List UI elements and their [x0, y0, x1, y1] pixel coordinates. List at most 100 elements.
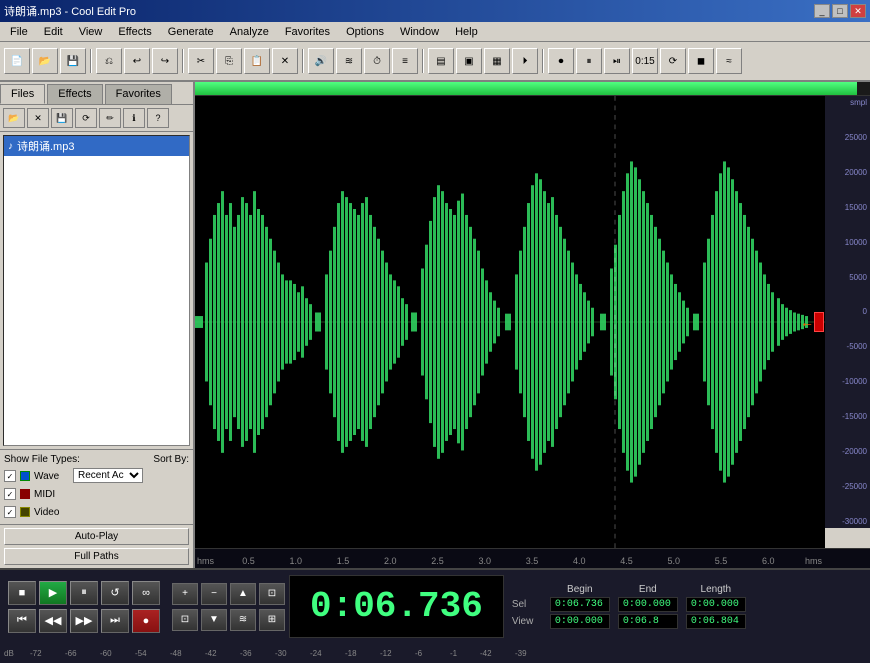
- zoom-in-h[interactable]: +: [172, 583, 198, 605]
- tb-btn4[interactable]: ⎌: [96, 48, 122, 74]
- tb-btn14[interactable]: ≡: [392, 48, 418, 74]
- skip-back-button[interactable]: ⏮: [8, 609, 36, 633]
- record-button[interactable]: ●: [132, 609, 160, 633]
- close-button[interactable]: ✕: [850, 4, 866, 18]
- menu-generate[interactable]: Generate: [160, 24, 222, 40]
- ft-midi-row: ✓ MIDI: [4, 488, 69, 500]
- inf-button[interactable]: ∞: [132, 581, 160, 605]
- file-item[interactable]: ♪ 诗朗诵.mp3: [4, 136, 189, 156]
- tick-1.0: 1.0: [290, 556, 303, 566]
- zoom-sel[interactable]: ⊡: [172, 609, 198, 631]
- tick-hms-right: hms: [805, 556, 822, 566]
- tb-btn6[interactable]: ↪: [152, 48, 178, 74]
- tb-btn16[interactable]: ▣: [456, 48, 482, 74]
- zoom-row2: ⊡ ▼ ≋ ⊞: [172, 609, 285, 631]
- zoom-full[interactable]: ⊡: [259, 583, 285, 605]
- tb-btn19[interactable]: ⏺: [548, 48, 574, 74]
- minimize-button[interactable]: _: [814, 4, 830, 18]
- zoom-wave[interactable]: ≋: [230, 609, 256, 631]
- new-button[interactable]: 📄: [4, 48, 30, 74]
- stop-button[interactable]: ■: [8, 581, 36, 605]
- menu-effects[interactable]: Effects: [110, 24, 159, 40]
- view-end-val: 0:06.8: [618, 614, 678, 629]
- tb-btn5[interactable]: ↩: [124, 48, 150, 74]
- lt-refresh[interactable]: ⟳: [75, 108, 97, 128]
- zoom-out-v[interactable]: ▼: [201, 609, 227, 631]
- menu-options[interactable]: Options: [338, 24, 392, 40]
- sep3: [302, 49, 304, 73]
- lt-info[interactable]: ℹ: [123, 108, 145, 128]
- ft-video-label: Video: [34, 507, 69, 518]
- lt-save[interactable]: 💾: [51, 108, 73, 128]
- lt-open[interactable]: 📂: [3, 108, 25, 128]
- open-button[interactable]: 📂: [32, 48, 58, 74]
- tab-effects[interactable]: Effects: [47, 84, 102, 104]
- view-length-val: 0:06.804: [686, 614, 746, 629]
- sort-select[interactable]: Recent Ac Name Date: [73, 468, 143, 483]
- ft-midi-check[interactable]: ✓: [4, 488, 16, 500]
- tb-btn8[interactable]: ⎘: [216, 48, 242, 74]
- tb-btn22[interactable]: 0:15: [632, 48, 658, 74]
- tb-btn15[interactable]: ▤: [428, 48, 454, 74]
- skip-fwd-button[interactable]: ⏭: [101, 609, 129, 633]
- db-label-start: dB: [4, 649, 14, 658]
- menu-analyze[interactable]: Analyze: [222, 24, 277, 40]
- tb-btn25[interactable]: ≈: [716, 48, 742, 74]
- tab-files[interactable]: Files: [0, 84, 45, 104]
- save-button[interactable]: 💾: [60, 48, 86, 74]
- zoom-controls: + − ▲ ⊡ ⊡ ▼ ≋ ⊞: [168, 579, 289, 635]
- info-view-row: View 0:00.000 0:06.8 0:06.804: [512, 614, 862, 629]
- lt-help[interactable]: ?: [147, 108, 169, 128]
- cursor-marker: [814, 312, 824, 332]
- tb-btn24[interactable]: ◼: [688, 48, 714, 74]
- file-name: 诗朗诵.mp3: [17, 138, 74, 154]
- tb-btn9[interactable]: 📋: [244, 48, 270, 74]
- pause-button[interactable]: ⏸: [70, 581, 98, 605]
- tb-btn21[interactable]: ⏯: [604, 48, 630, 74]
- waveform-canvas[interactable]: smpl: [195, 96, 870, 548]
- view-label: View: [512, 616, 542, 627]
- menu-edit[interactable]: Edit: [36, 24, 71, 40]
- menu-window[interactable]: Window: [392, 24, 447, 40]
- tb-btn17[interactable]: ▦: [484, 48, 510, 74]
- lt-close[interactable]: ✕: [27, 108, 49, 128]
- full-paths-button[interactable]: Full Paths: [4, 548, 189, 565]
- file-list[interactable]: ♪ 诗朗诵.mp3: [3, 135, 190, 446]
- transport-row1: ■ ▶ ⏸ ↺ ∞: [8, 581, 160, 605]
- tick-6.0: 6.0: [762, 556, 775, 566]
- sort-label: Sort By:: [153, 454, 189, 465]
- file-types-section: Show File Types: Sort By: ✓ Wave ✓ M: [0, 449, 193, 524]
- tb-btn7[interactable]: ✂: [188, 48, 214, 74]
- maximize-button[interactable]: □: [832, 4, 848, 18]
- ft-midi-label: MIDI: [34, 489, 69, 500]
- menu-favorites[interactable]: Favorites: [277, 24, 338, 40]
- menu-file[interactable]: File: [2, 24, 36, 40]
- tb-btn13[interactable]: ⏱: [364, 48, 390, 74]
- tb-btn18[interactable]: ⏵: [512, 48, 538, 74]
- step-back-button[interactable]: ◀◀: [39, 609, 67, 633]
- zoom-out-h[interactable]: −: [201, 583, 227, 605]
- toolbar: 📄 📂 💾 ⎌ ↩ ↪ ✂ ⎘ 📋 ✕ 🔊 ≋ ⏱ ≡ ▤ ▣ ▦ ⏵ ⏺ ⏸ …: [0, 42, 870, 82]
- tb-btn11[interactable]: 🔊: [308, 48, 334, 74]
- tb-btn23[interactable]: ⟳: [660, 48, 686, 74]
- menu-view[interactable]: View: [71, 24, 111, 40]
- tb-btn12[interactable]: ≋: [336, 48, 362, 74]
- end-header: End: [618, 584, 678, 595]
- y-label-20000: 20000: [825, 168, 867, 177]
- tab-favorites[interactable]: Favorites: [105, 84, 172, 104]
- y-label-n5000: -5000: [825, 342, 867, 351]
- lt-edit[interactable]: ✏: [99, 108, 121, 128]
- tick-4.5: 4.5: [620, 556, 633, 566]
- loop-button[interactable]: ↺: [101, 581, 129, 605]
- tb-btn10[interactable]: ✕: [272, 48, 298, 74]
- menu-help[interactable]: Help: [447, 24, 486, 40]
- zoom-in-v[interactable]: ▲: [230, 583, 256, 605]
- auto-play-button[interactable]: Auto-Play: [4, 528, 189, 545]
- play-button[interactable]: ▶: [39, 581, 67, 605]
- zoom-rt[interactable]: ⊞: [259, 609, 285, 631]
- step-fwd-button[interactable]: ▶▶: [70, 609, 98, 633]
- ft-video-check[interactable]: ✓: [4, 506, 16, 518]
- tb-btn20[interactable]: ⏸: [576, 48, 602, 74]
- ft-wave-check[interactable]: ✓: [4, 470, 16, 482]
- waveform-svg: [195, 96, 825, 548]
